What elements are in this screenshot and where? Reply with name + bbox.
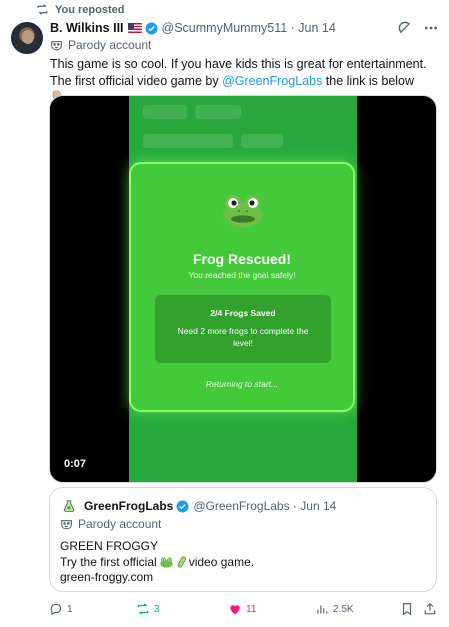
quote-line-1: GREEN FROGGY xyxy=(60,539,159,553)
quoted-tweet[interactable]: GreenFrogLabs @GreenFrogLabs · Jun 14 Pa… xyxy=(49,487,437,592)
repost-banner-text: You reposted xyxy=(55,3,125,16)
frogs-saved-count: 2/4 Frogs Saved xyxy=(210,308,276,318)
faded-ui-element xyxy=(241,134,283,148)
share-icon xyxy=(424,602,436,615)
quote-body: GREEN FROGGY Try the first official vide… xyxy=(60,539,254,586)
frog-emoji-icon xyxy=(223,195,263,228)
repost-button[interactable]: 3 xyxy=(136,602,160,616)
quote-date: Jun 14 xyxy=(300,499,337,513)
grok-icon[interactable] xyxy=(397,20,413,36)
quote-parody-text: Parody account xyxy=(78,517,162,531)
author-name[interactable]: B. Wilkins III xyxy=(50,21,124,35)
tweet-date[interactable]: Jun 14 xyxy=(298,21,336,35)
tweet-actions: 1 3 11 2.5K xyxy=(49,600,439,618)
quote-line-2: Try the first official video game. xyxy=(60,554,255,569)
faded-ui-element xyxy=(143,105,187,119)
tweet-header: B. Wilkins III @ScummyMummy511 · Jun 14 xyxy=(50,19,439,37)
repost-icon xyxy=(137,603,149,615)
frog-rescued-dialog: Frog Rescued! You reached the goal safel… xyxy=(129,162,355,412)
parody-mask-icon xyxy=(51,40,62,50)
like-count: 11 xyxy=(246,603,257,615)
verified-badge-icon[interactable] xyxy=(145,22,158,35)
parody-label: Parody account xyxy=(50,38,151,52)
mention-link[interactable]: @GreenFrogLabs xyxy=(222,74,322,88)
faded-ui-element xyxy=(195,105,241,119)
dialog-subtitle: You reached the goal safely! xyxy=(188,270,296,280)
views-button[interactable]: 2.5K xyxy=(315,602,354,616)
faded-ui-element xyxy=(143,134,233,148)
views-chart-icon xyxy=(317,605,328,614)
quote-author-handle[interactable]: @GreenFrogLabs · Jun 14 xyxy=(193,499,336,513)
returning-text: Returning to start... xyxy=(205,379,279,389)
test-tube-icon xyxy=(177,556,186,568)
score-box: 2/4 Frogs Saved Need 2 more frogs to com… xyxy=(155,295,331,363)
reply-button[interactable]: 1 xyxy=(49,602,73,616)
flask-frog-logo-icon xyxy=(63,500,75,512)
reply-icon xyxy=(50,603,62,616)
quote-author-name[interactable]: GreenFrogLabs xyxy=(84,499,173,513)
us-flag-icon xyxy=(127,23,142,33)
quote-parody-label: Parody account xyxy=(60,517,161,531)
bookmark-icon xyxy=(402,603,412,616)
author-avatar[interactable] xyxy=(11,22,43,54)
share-button[interactable] xyxy=(423,602,437,616)
repost-icon xyxy=(37,4,48,15)
verified-badge-icon[interactable] xyxy=(176,500,189,513)
video-timestamp: 0:07 xyxy=(64,458,87,470)
bookmark-button[interactable] xyxy=(400,602,414,616)
views-count: 2.5K xyxy=(333,603,354,615)
more-options-icon[interactable] xyxy=(423,20,439,36)
parody-mask-icon xyxy=(61,519,72,529)
frog-emoji-icon xyxy=(160,557,173,568)
quote-avatar[interactable] xyxy=(60,497,78,515)
video-player[interactable]: Frog Rescued! You reached the goal safel… xyxy=(49,95,437,483)
quote-header: GreenFrogLabs @GreenFrogLabs · Jun 14 xyxy=(60,497,336,515)
repost-count: 3 xyxy=(154,603,160,615)
like-button[interactable]: 11 xyxy=(228,602,256,616)
reply-count: 1 xyxy=(67,603,73,615)
frogs-needed-text: Need 2 more frogs to complete the level! xyxy=(177,326,309,348)
repost-banner[interactable]: You reposted xyxy=(36,3,124,16)
author-handle[interactable]: @ScummyMummy511 · Jun 14 xyxy=(162,21,336,35)
parody-label-text: Parody account xyxy=(68,38,152,52)
heart-icon xyxy=(230,605,240,615)
dialog-title: Frog Rescued! xyxy=(192,251,291,267)
quote-link[interactable]: green-froggy.com xyxy=(60,570,254,586)
